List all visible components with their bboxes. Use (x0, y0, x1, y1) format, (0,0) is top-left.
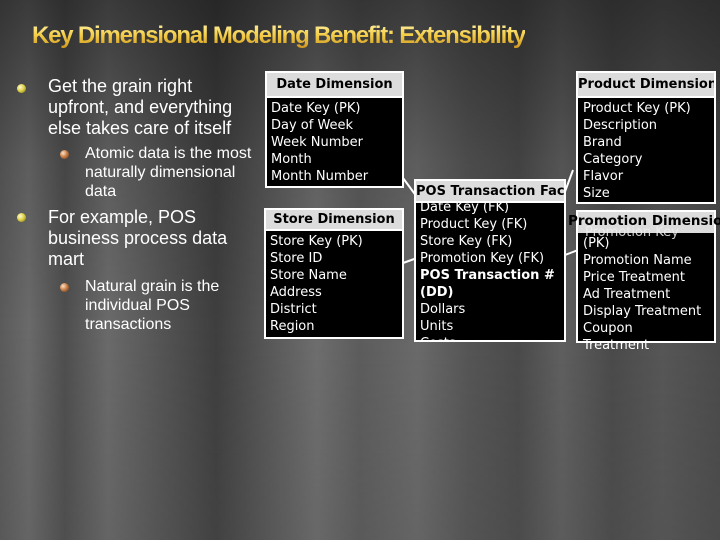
store-field: Region (270, 319, 315, 334)
promotion-field-suffix: Treatment (583, 338, 650, 353)
fact-field: Dollars (420, 302, 466, 317)
store-field: District (270, 302, 317, 317)
product-field: Description (583, 118, 658, 133)
product-dimension-header: Product Dimension (578, 73, 714, 98)
date-field: Day of Week (271, 118, 354, 133)
date-field: Month (271, 152, 312, 167)
date-dimension-table: Date Dimension Date Key (PK) Day of Week… (265, 71, 404, 188)
product-field: Flavor (583, 169, 624, 184)
fact-field-degenerate-dimension: POS Transaction # (420, 268, 555, 283)
fact-field: Product Key (FK) (420, 217, 528, 232)
promotion-field: Price Treatment (583, 270, 685, 285)
promotion-field: Ad Treatment (583, 287, 671, 302)
date-dimension-header: Date Dimension (267, 73, 402, 98)
pos-transaction-fact-table: POS Transaction Fact Date Key (FK) Produ… (414, 179, 566, 342)
product-field: Size (583, 186, 610, 201)
product-field: Brand (583, 135, 622, 150)
fact-field-degenerate-dimension-suffix: (DD) (420, 285, 454, 300)
store-field: Store ID (270, 251, 323, 266)
product-dimension-table: Product Dimension Product Key (PK) Descr… (576, 71, 716, 204)
fact-field: Store Key (FK) (420, 234, 513, 249)
date-field: Month Number (271, 169, 369, 184)
store-field: Store Name (270, 268, 347, 283)
promotion-field: Promotion Name (583, 253, 692, 268)
date-field: Week Number (271, 135, 363, 150)
date-field: Date Key (PK) (271, 101, 361, 116)
fact-field: Units (420, 319, 454, 334)
promotion-dimension-header: Promotion Dimension (568, 213, 720, 229)
store-dimension-table: Store Dimension Store Key (PK) Store ID … (264, 208, 404, 339)
store-field: Store Key (PK) (270, 234, 363, 249)
promotion-field: Display Treatment (583, 304, 702, 319)
fact-field: Promotion Key (FK) (420, 251, 545, 266)
product-field: Product Key (PK) (583, 101, 691, 116)
promotion-field-suffix: (PK) (583, 236, 610, 251)
store-field: Address (270, 285, 322, 300)
promotion-field: Coupon (583, 321, 633, 336)
store-dimension-header: Store Dimension (266, 210, 402, 231)
promotion-dimension-table: Promotion Key Promotion Dimension (PK) P… (568, 210, 720, 353)
product-field: Category (583, 152, 643, 167)
fact-field: Costs (420, 335, 564, 340)
